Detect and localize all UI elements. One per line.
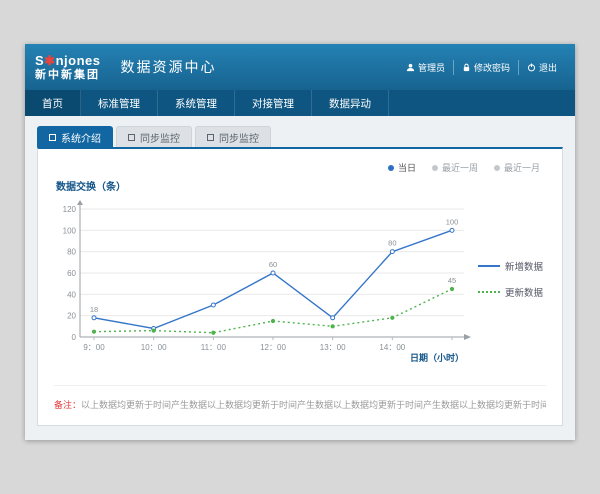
tab-label: 同步监控 <box>140 130 180 145</box>
svg-text:120: 120 <box>63 205 77 214</box>
svg-text:14：00: 14：00 <box>379 343 405 352</box>
dot-icon <box>494 165 500 171</box>
nav-item-standard-mgmt[interactable]: 标准管理 <box>81 90 158 116</box>
main-nav: 首页 标准管理 系统管理 对接管理 数据异动 <box>25 90 575 116</box>
grid-icon <box>128 134 135 141</box>
filter-label: 当日 <box>398 161 416 174</box>
chart-legend: 新增数据 更新数据 <box>478 259 543 299</box>
logo-wordmark: S✱njones <box>35 54 100 67</box>
nav-item-system-mgmt[interactable]: 系统管理 <box>158 90 235 116</box>
svg-text:18: 18 <box>90 305 98 314</box>
filter-today[interactable]: 当日 <box>388 161 416 174</box>
svg-text:40: 40 <box>67 290 76 299</box>
tab-bar: 系统介绍 同步监控 同步监控 <box>37 126 563 147</box>
admin-user-label: 管理员 <box>418 61 445 74</box>
page-title: 数据资源中心 <box>120 57 216 77</box>
legend-line-sample <box>478 291 500 293</box>
dot-icon <box>432 165 438 171</box>
logo-star-icon: ✱ <box>44 53 55 68</box>
top-bar: S✱njones 新中新集团 数据资源中心 管理员 修改密码 退出 <box>25 44 575 90</box>
legend-label: 更新数据 <box>505 285 543 299</box>
logo-company-name: 新中新集团 <box>35 70 100 81</box>
admin-user-button[interactable]: 管理员 <box>398 60 453 75</box>
svg-text:9：00: 9：00 <box>83 343 105 352</box>
legend-item-updated-data[interactable]: 更新数据 <box>478 285 543 299</box>
svg-text:11：00: 11：00 <box>201 343 227 352</box>
filter-label: 最近一月 <box>504 161 540 174</box>
grid-icon <box>207 134 214 141</box>
footnote-text: 以上数据均更新于时间产生数据以上数据均更新于时间产生数据以上数据均更新于时间产生… <box>81 400 546 410</box>
nav-item-home[interactable]: 首页 <box>25 90 81 116</box>
line-chart: 0 20 40 60 80 100 120 9：00 10：00 11：00 12：00 13：00 1… <box>54 195 474 363</box>
svg-text:100: 100 <box>446 217 459 226</box>
brand-logo: S✱njones 新中新集团 <box>35 54 100 81</box>
svg-text:80: 80 <box>388 239 396 248</box>
legend-line-sample <box>478 265 500 267</box>
header-actions: 管理员 修改密码 退出 <box>398 60 565 75</box>
tab-label: 系统介绍 <box>61 130 101 145</box>
content-area: 系统介绍 同步监控 同步监控 当日 最近一周 <box>25 116 575 440</box>
tab-sync-monitor-1[interactable]: 同步监控 <box>116 126 192 147</box>
svg-text:20: 20 <box>67 312 76 321</box>
svg-text:0: 0 <box>72 333 77 342</box>
user-icon <box>406 63 415 72</box>
svg-text:12：00: 12：00 <box>260 343 286 352</box>
tab-sync-monitor-2[interactable]: 同步监控 <box>195 126 271 147</box>
change-password-label: 修改密码 <box>474 61 510 74</box>
svg-text:80: 80 <box>67 248 76 257</box>
chart-panel: 当日 最近一周 最近一月 数据交换（条） 0 20 40 60 80 100 120 9：00… <box>37 147 563 426</box>
svg-text:60: 60 <box>67 269 76 278</box>
legend-item-new-data[interactable]: 新增数据 <box>478 259 543 273</box>
chart-y-axis-title: 数据交换（条） <box>56 178 546 193</box>
svg-text:10：00: 10：00 <box>141 343 167 352</box>
dot-icon <box>388 165 394 171</box>
footnote-prefix: 备注： <box>54 400 81 410</box>
grid-icon <box>49 134 56 141</box>
power-icon <box>527 63 536 72</box>
filter-last-month[interactable]: 最近一月 <box>494 161 540 174</box>
app-window: S✱njones 新中新集团 数据资源中心 管理员 修改密码 退出 首页 标准管… <box>25 44 575 440</box>
filter-label: 最近一周 <box>442 161 478 174</box>
svg-text:45: 45 <box>448 276 456 285</box>
svg-text:13：00: 13：00 <box>320 343 346 352</box>
logout-label: 退出 <box>539 61 557 74</box>
legend-label: 新增数据 <box>505 259 543 273</box>
svg-text:100: 100 <box>63 226 77 235</box>
tab-label: 同步监控 <box>219 130 259 145</box>
filter-last-week[interactable]: 最近一周 <box>432 161 478 174</box>
lock-icon <box>462 63 471 72</box>
logout-button[interactable]: 退出 <box>518 60 565 75</box>
nav-item-connection-mgmt[interactable]: 对接管理 <box>235 90 312 116</box>
nav-item-data-change[interactable]: 数据异动 <box>312 90 389 116</box>
chart-row: 0 20 40 60 80 100 120 9：00 10：00 11：00 12：00 13：00 1… <box>54 195 546 363</box>
time-filter-row: 当日 最近一周 最近一月 <box>54 159 546 174</box>
tab-system-intro[interactable]: 系统介绍 <box>37 126 113 147</box>
change-password-button[interactable]: 修改密码 <box>453 60 518 75</box>
svg-text:60: 60 <box>269 260 277 269</box>
svg-text:日期（小时）: 日期（小时） <box>410 352 464 363</box>
footnote: 备注：以上数据均更新于时间产生数据以上数据均更新于时间产生数据以上数据均更新于时… <box>54 385 546 411</box>
